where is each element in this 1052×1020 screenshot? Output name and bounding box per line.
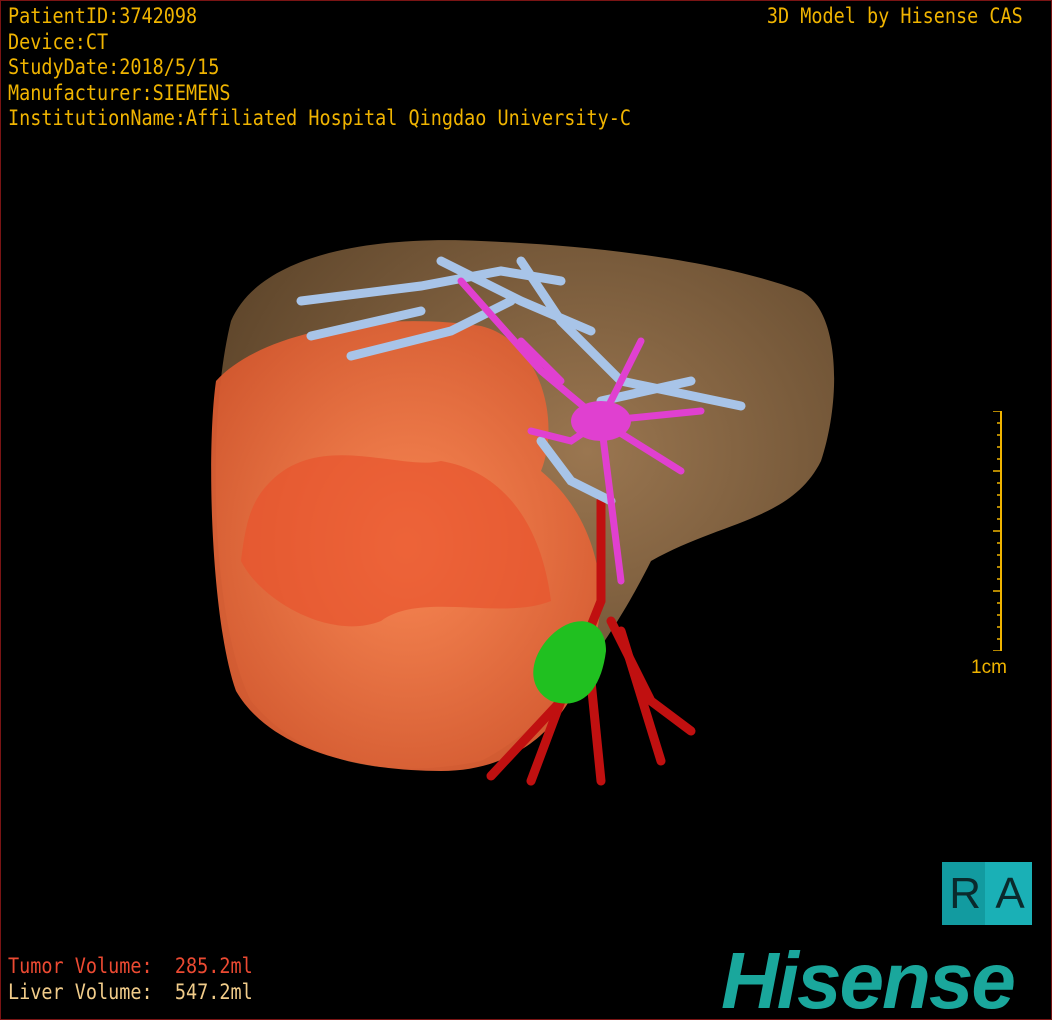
liver-volume: Liver Volume: 547.2ml [8, 980, 253, 1004]
liver-volume-value: 547.2ml [174, 980, 253, 1004]
orientation-anterior-label: A [995, 868, 1025, 918]
study-date: StudyDate:2018/5/15 [8, 55, 220, 79]
liver-volume-label: Liver Volume: [8, 980, 153, 1004]
institution-name: InstitutionName:Affiliated Hospital Qing… [8, 106, 632, 130]
scale-bar [993, 411, 1002, 651]
hisense-logo: Hisense [721, 936, 1016, 1020]
liver-3d-model[interactable] [1, 1, 1052, 1020]
manufacturer: Manufacturer:SIEMENS [8, 80, 231, 105]
patient-info-overlay: PatientID:3742098 Device:CT StudyDate:2018… [8, 4, 631, 132]
orientation-marker[interactable]: R A [942, 862, 1032, 925]
portal-confluence [571, 401, 631, 441]
tumor-volume-label: Tumor Volume: [8, 954, 153, 978]
scale-bar-label: 1cm [971, 657, 1007, 678]
3d-viewport[interactable]: PatientID:3742098 Device:CT StudyDate:2018… [0, 0, 1052, 1020]
tumor-volume-value: 285.2ml [174, 954, 253, 978]
device: Device:CT [8, 29, 109, 54]
brand-caption: 3D Model by Hisense CAS [767, 4, 1023, 28]
tumor-volume: Tumor Volume: 285.2ml [8, 954, 253, 978]
patient-id: PatientID:3742098 [8, 4, 198, 28]
orientation-right-label: R [949, 868, 981, 918]
